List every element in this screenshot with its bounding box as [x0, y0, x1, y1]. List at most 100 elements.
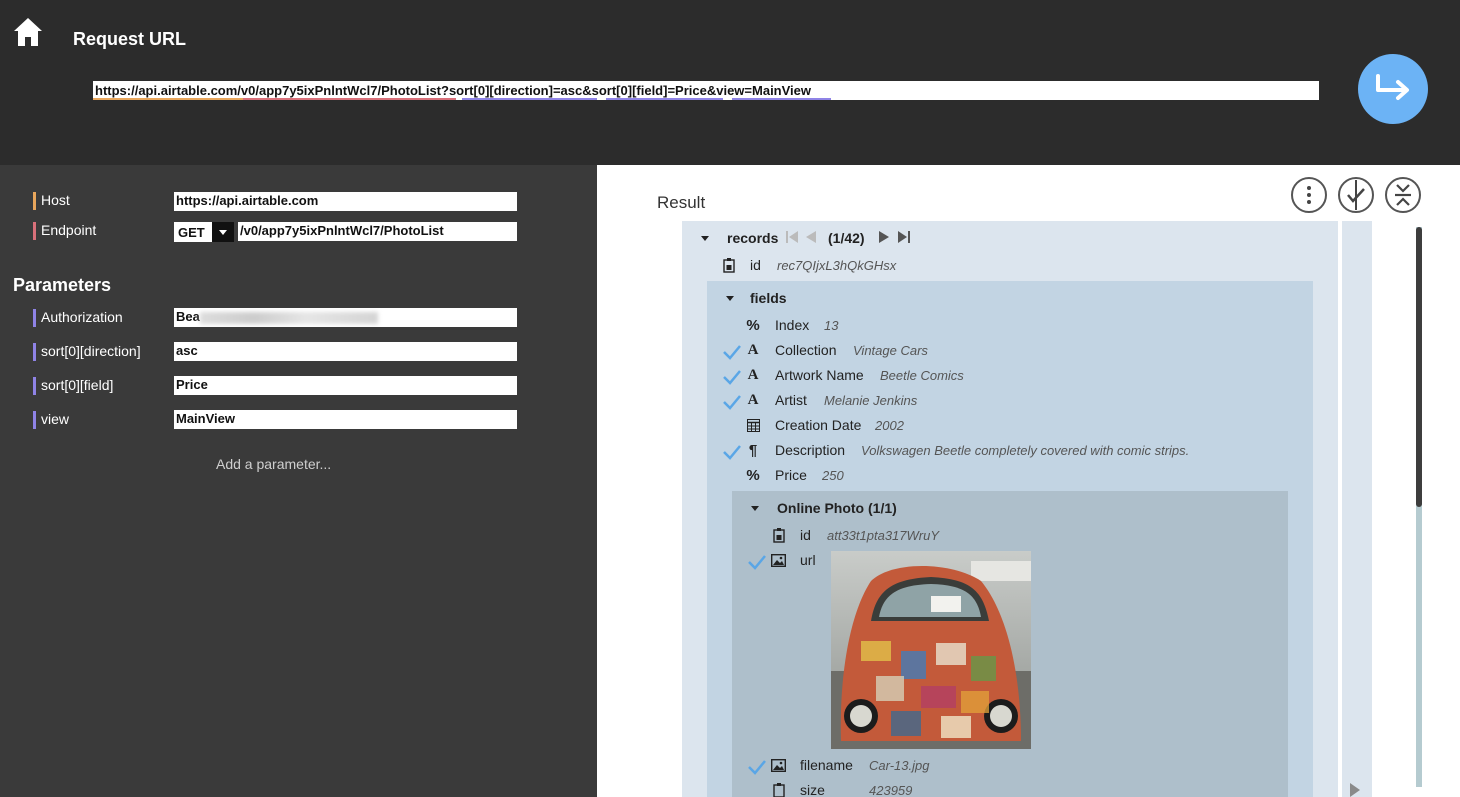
method-value: GET: [178, 225, 205, 240]
next-page-icon[interactable]: [877, 230, 891, 244]
param-color-bar: [33, 309, 36, 327]
record-id-value: rec7QIjxL3hQkGHsx: [777, 258, 897, 273]
add-parameter-button[interactable]: Add a parameter...: [216, 456, 331, 472]
view-input[interactable]: MainView: [174, 410, 517, 429]
param-color-bar: [33, 411, 36, 429]
field-key: Collection: [775, 342, 837, 358]
field-value: Melanie Jenkins: [824, 393, 918, 408]
expand-right-icon[interactable]: [1350, 783, 1360, 797]
photo-collapse-toggle[interactable]: [751, 506, 759, 511]
field-value: 2002: [875, 418, 904, 433]
more-vertical-icon: [1307, 186, 1311, 204]
param-label: sort[0][direction]: [41, 343, 141, 359]
arrow-right-return-icon: [1376, 74, 1409, 100]
parameters-heading: Parameters: [13, 275, 112, 295]
home-icon[interactable]: [12, 16, 44, 48]
check-icon[interactable]: [722, 344, 742, 360]
side-strip: [1342, 221, 1372, 797]
param-color-bar: [33, 377, 36, 395]
percent-icon: %: [746, 317, 760, 334]
param-label: Authorization: [41, 309, 123, 325]
param-value: Bea: [176, 309, 200, 324]
authorization-input[interactable]: Bea: [174, 308, 517, 327]
url-param-underline: [732, 98, 831, 100]
car-photo-thumbnail[interactable]: [831, 551, 1031, 749]
photo-filename-value: Car-13.jpg: [869, 758, 930, 773]
request-config-panel: Host https://api.airtable.com Endpoint G…: [0, 165, 597, 797]
url-host-underline: [93, 98, 243, 100]
id-badge-icon: [773, 783, 785, 797]
records-collapse-toggle[interactable]: [701, 236, 709, 241]
text-type-icon: A: [747, 342, 759, 358]
check-icon[interactable]: [747, 759, 767, 775]
image-icon: [771, 554, 786, 567]
check-icon[interactable]: [747, 554, 767, 570]
text-type-icon: A: [747, 392, 759, 408]
param-label: sort[0][field]: [41, 377, 114, 393]
prev-page-icon[interactable]: [804, 230, 818, 244]
image-icon: [771, 759, 786, 772]
more-options-button[interactable]: [1291, 177, 1327, 213]
collapse-icon: [1395, 184, 1411, 206]
sort-field-input[interactable]: Price: [174, 376, 517, 395]
field-value: 250: [822, 468, 844, 483]
record-id-key: id: [750, 257, 761, 273]
id-badge-icon: [773, 528, 785, 543]
calendar-icon: [747, 419, 760, 432]
collapse-all-button[interactable]: [1385, 177, 1421, 213]
redacted-token: [199, 311, 378, 324]
first-page-icon[interactable]: [785, 230, 799, 244]
fields-label: fields: [750, 290, 787, 306]
param-color-bar: [33, 343, 36, 361]
field-key: Artist: [775, 392, 807, 408]
photo-filename-key: filename: [800, 757, 853, 773]
scrollbar-thumb[interactable]: [1416, 227, 1422, 507]
field-value: Beetle Comics: [880, 368, 964, 383]
records-label: records: [727, 230, 779, 246]
field-value: 13: [824, 318, 839, 333]
request-url-title: Request URL: [73, 29, 187, 49]
photo-size-key: size: [800, 782, 825, 797]
field-key: Index: [775, 317, 810, 333]
field-key: Creation Date: [775, 417, 862, 433]
method-select[interactable]: GET: [174, 222, 234, 242]
result-title: Result: [657, 193, 706, 212]
result-panel: Result records (1/42) id rec7QIjxL3hQkGH…: [597, 165, 1460, 797]
url-param-underline: [606, 98, 723, 100]
param-label: view: [41, 411, 70, 427]
id-badge-icon: [723, 258, 735, 273]
check-icon[interactable]: [722, 394, 742, 410]
chevron-down-icon[interactable]: [212, 222, 234, 242]
endpoint-color-bar: [33, 222, 36, 240]
host-input[interactable]: https://api.airtable.com: [174, 192, 517, 211]
field-key: Price: [775, 467, 807, 483]
sort-direction-input[interactable]: asc: [174, 342, 517, 361]
check-icon[interactable]: [722, 444, 742, 460]
records-pagination: (1/42): [828, 230, 865, 246]
photo-id-key: id: [800, 527, 811, 543]
send-request-button[interactable]: [1358, 54, 1428, 124]
field-key: Description: [775, 442, 846, 458]
host-label: Host: [41, 192, 70, 208]
host-color-bar: [33, 192, 36, 210]
percent-icon: %: [746, 467, 760, 484]
photo-url-key: url: [800, 552, 816, 568]
online-photo-label: Online Photo (1/1): [777, 500, 897, 516]
field-key: Artwork Name: [775, 367, 864, 383]
fields-collapse-toggle[interactable]: [726, 296, 734, 301]
url-param-underline: [462, 98, 597, 100]
field-value: Vintage Cars: [853, 343, 928, 358]
request-bar: Request URL https://api.airtable.com/v0/…: [0, 0, 1460, 165]
endpoint-label: Endpoint: [41, 222, 97, 238]
photo-id-value: att33t1pta317WruY: [827, 528, 940, 543]
check-icon[interactable]: [722, 369, 742, 385]
photo-size-value: 423959: [869, 783, 913, 797]
text-type-icon: A: [747, 367, 759, 383]
endpoint-input[interactable]: /v0/app7y5ixPnlntWcl7/PhotoList: [238, 222, 517, 241]
check-split-icon: [1347, 180, 1365, 210]
url-endpoint-underline: [243, 98, 456, 100]
field-value: Volkswagen Beetle completely covered wit…: [861, 443, 1190, 458]
paragraph-icon: ¶: [748, 442, 758, 459]
last-page-icon[interactable]: [897, 230, 911, 244]
toggle-checks-button[interactable]: [1338, 177, 1374, 213]
